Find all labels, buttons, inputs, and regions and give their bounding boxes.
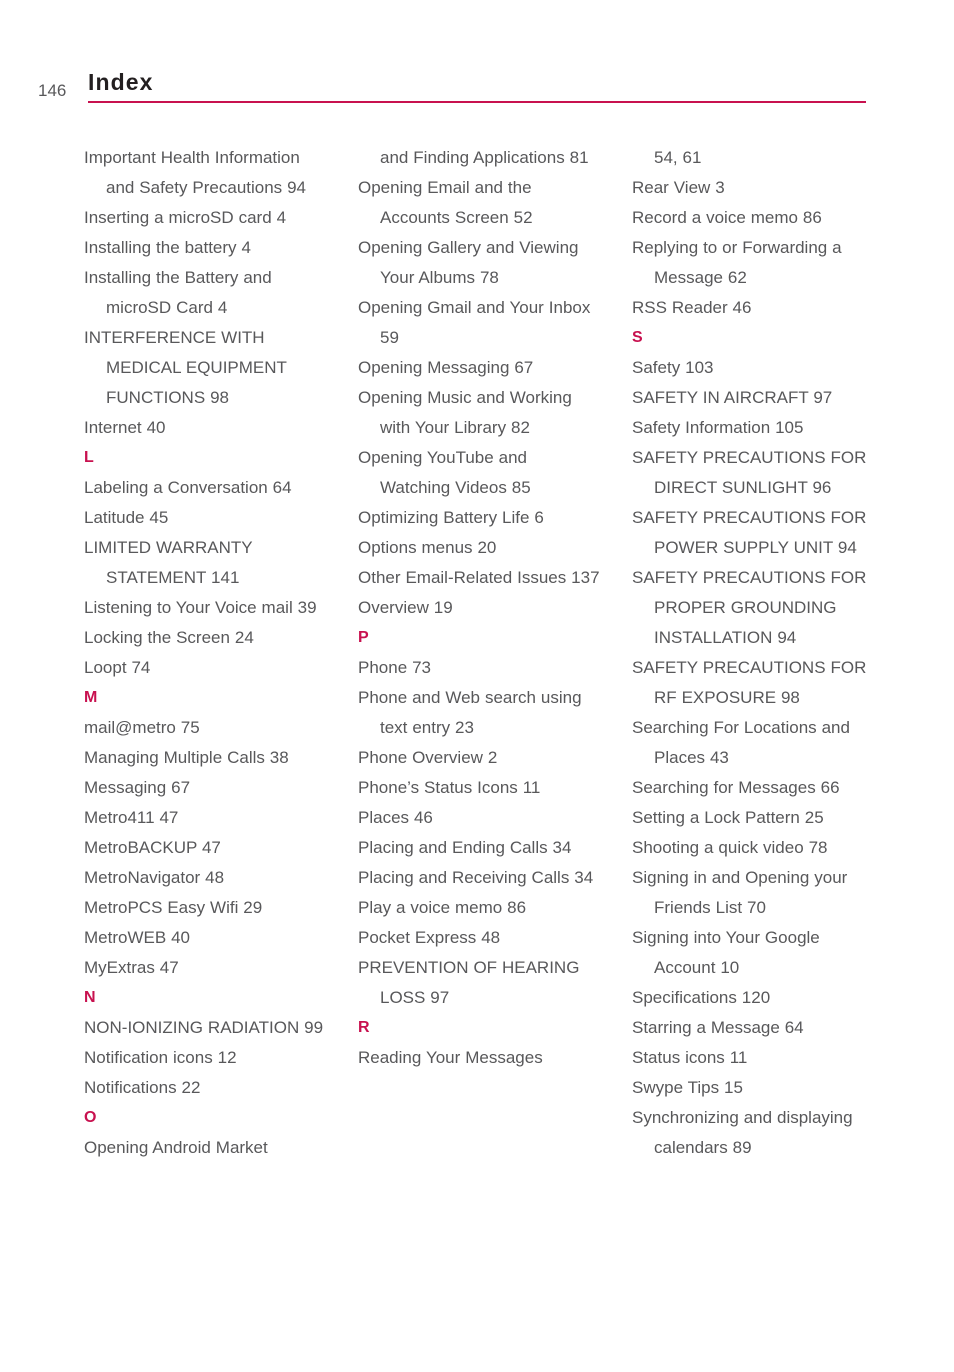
index-column-2: and Finding Applications 81 Opening Email… (358, 143, 602, 1073)
index-entry: Managing Multiple Calls 38 (84, 748, 289, 767)
index-entry: Pocket Express 48 (358, 928, 501, 947)
index-entry: Internet 40 (84, 418, 166, 437)
index-section-letter: L (84, 449, 95, 466)
index-entry: Rear View 3 (632, 178, 725, 197)
index-entry: Signing into Your Google Account 10 (632, 928, 820, 977)
index-entry: Signing in and Opening your Friends List… (632, 868, 848, 917)
index-entry: Safety Information 105 (632, 418, 804, 437)
index-entry: Phone and Web search using text entry 23 (358, 688, 582, 737)
index-entry: Messaging 67 (84, 778, 191, 797)
index-entry: Locking the Screen 24 (84, 628, 254, 647)
index-entry: Shooting a quick video 78 (632, 838, 828, 857)
page-number: 146 (38, 81, 67, 100)
index-entry: Status icons 11 (632, 1048, 748, 1067)
index-entry: Searching for Messages 66 (632, 778, 840, 797)
index-entry: SAFETY PRECAUTIONS FOR PROPER GROUNDING … (632, 568, 867, 647)
index-entry: NON-IONIZING RADIATION 99 (84, 1018, 324, 1037)
index-entry: 54, 61 (654, 148, 702, 167)
index-entry: Installing the battery 4 (84, 238, 251, 257)
index-entry: Other Email-Related Issues 137 (358, 568, 600, 587)
index-entry: Opening Gallery and Viewing Your Albums … (358, 238, 579, 287)
index-entry: Phone 73 (358, 658, 431, 677)
index-section-letter: R (358, 1019, 370, 1036)
index-entry: Important Health Information and Safety … (84, 148, 307, 197)
index-section-letter: P (358, 629, 369, 646)
index-entry: Opening YouTube and Watching Videos 85 (358, 448, 531, 497)
index-entry: Record a voice memo 86 (632, 208, 822, 227)
index-entry: Listening to Your Voice mail 39 (84, 598, 317, 617)
index-entry: Reading Your Messages (358, 1048, 543, 1067)
index-entry: Labeling a Conversation 64 (84, 478, 292, 497)
index-column-1: Important Health Information and Safety … (84, 143, 328, 1163)
index-entry: Phone Overview 2 (358, 748, 498, 767)
index-entry: PREVENTION OF HEARING LOSS 97 (358, 958, 580, 1007)
index-entry: SAFETY PRECAUTIONS FOR POWER SUPPLY UNIT… (632, 508, 867, 557)
index-entry: Options menus 20 (358, 538, 497, 557)
index-entry: Placing and Receiving Calls 34 (358, 868, 594, 887)
index-entry: Overview 19 (358, 598, 453, 617)
index-entry: SAFETY PRECAUTIONS FOR RF EXPOSURE 98 (632, 658, 867, 707)
index-entry: Inserting a microSD card 4 (84, 208, 287, 227)
index-entry: Searching For Locations and Places 43 (632, 718, 850, 767)
index-entry: Installing the Battery and microSD Card … (84, 268, 272, 317)
index-entry: MetroWEB 40 (84, 928, 191, 947)
page-title: Index (88, 69, 154, 95)
index-entry: Loopt 74 (84, 658, 151, 677)
index-entry: Play a voice memo 86 (358, 898, 527, 917)
index-entry: LIMITED WARRANTY STATEMENT 141 (84, 538, 253, 587)
index-entry: Optimizing Battery Life 6 (358, 508, 544, 527)
index-section-letter: O (84, 1109, 97, 1126)
index-entry: Safety 103 (632, 358, 714, 377)
index-entry: Opening Email and the Accounts Screen 52 (358, 178, 533, 227)
index-entry: SAFETY IN AIRCRAFT 97 (632, 388, 833, 407)
index-entry: RSS Reader 46 (632, 298, 752, 317)
index-entry: MetroPCS Easy Wifi 29 (84, 898, 263, 917)
index-entry: INTERFERENCE WITH MEDICAL EQUIPMENT FUNC… (84, 328, 287, 407)
index-column-3: 54, 61 Rear View 3 Record a voice memo 86 R… (632, 143, 876, 1163)
title-underline-rule (88, 101, 866, 103)
index-entry: Notification icons 12 (84, 1048, 237, 1067)
index-entry: MetroBACKUP 47 (84, 838, 221, 857)
index-entry: Latitude 45 (84, 508, 169, 527)
index-entry: Places 46 (358, 808, 433, 827)
index-entry: Opening Music and Working with Your Libr… (358, 388, 572, 437)
index-section-letter: N (84, 989, 96, 1006)
index-entry: Starring a Message 64 (632, 1018, 804, 1037)
index-page: 146 Index Important Health Information a… (0, 0, 954, 1372)
index-entry: Metro411 47 (84, 808, 179, 827)
index-entry: Opening Gmail and Your Inbox 59 (358, 298, 591, 347)
index-entry: SAFETY PRECAUTIONS FOR DIRECT SUNLIGHT 9… (632, 448, 867, 497)
index-entry: Notifications 22 (84, 1078, 201, 1097)
index-entry: MyExtras 47 (84, 958, 179, 977)
index-entry: and Finding Applications 81 (380, 148, 589, 167)
index-section-letter: M (84, 689, 98, 706)
index-entry: Setting a Lock Pattern 25 (632, 808, 824, 827)
index-entry: MetroNavigator 48 (84, 868, 225, 887)
index-section-letter: S (632, 329, 643, 346)
index-entry: mail@metro 75 (84, 718, 200, 737)
index-entry: Specifications 120 (632, 988, 771, 1007)
index-entry: Swype Tips 15 (632, 1078, 743, 1097)
index-entry: Placing and Ending Calls 34 (358, 838, 572, 857)
index-entry: Opening Android Market (84, 1138, 268, 1157)
index-entry: Synchronizing and displaying calendars 8… (632, 1108, 853, 1157)
index-entry: Opening Messaging 67 (358, 358, 534, 377)
index-entry: Replying to or Forwarding a Message 62 (632, 238, 842, 287)
index-entry: Phone’s Status Icons 11 (358, 778, 541, 797)
